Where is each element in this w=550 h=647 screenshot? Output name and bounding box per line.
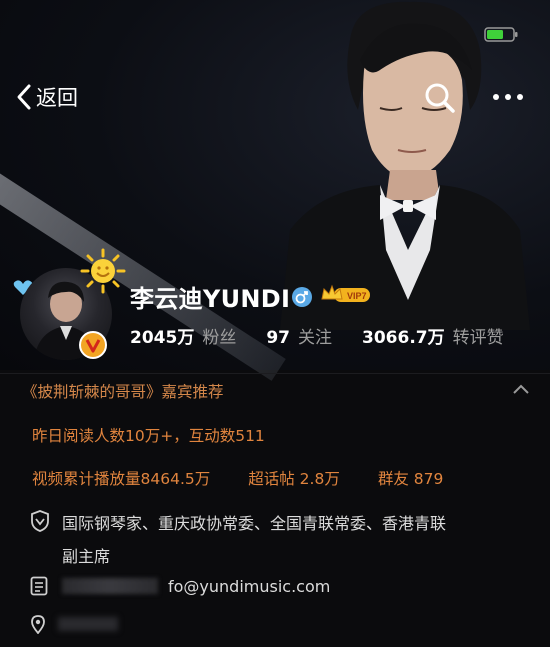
- section-divider: [0, 373, 550, 374]
- shield-icon: [31, 510, 49, 532]
- stat-label: 关注: [298, 328, 332, 348]
- title-line-2: 副主席: [62, 547, 111, 566]
- back-chevron-icon: [17, 84, 31, 110]
- stat-label: 转评赞: [452, 328, 504, 348]
- blurred-text: [58, 617, 118, 631]
- stat-following[interactable]: 97 关注: [266, 323, 332, 348]
- location-row: [30, 614, 118, 634]
- location-icon: [31, 615, 45, 634]
- title-line-1: 国际钢琴家、重庆政协常委、全国青联常委、香港青联: [62, 514, 447, 533]
- title-text: 国际钢琴家、重庆政协常委、全国青联常委、香港青联 副主席: [62, 507, 522, 573]
- sun-icon: [80, 248, 126, 294]
- video-plays[interactable]: 视频累计播放量8464.5万: [32, 467, 210, 489]
- guest-recommend-link[interactable]: 《披荆斩棘的哥哥》嘉宾推荐: [22, 380, 224, 402]
- top-navigation-bar: 返回: [0, 70, 550, 124]
- yesterday-reads[interactable]: 昨日阅读人数10万+，互动数511: [32, 424, 265, 446]
- stat-label: 粉丝: [202, 328, 237, 348]
- topic-posts[interactable]: 超话帖 2.8万: [248, 467, 340, 489]
- blurred-text: [62, 578, 158, 594]
- chevron-up-icon[interactable]: [512, 383, 530, 395]
- stat-followers[interactable]: 2045万 粉丝: [130, 323, 236, 348]
- vip-crown-icon: VIP7: [321, 284, 370, 302]
- vip-label: VIP7: [347, 291, 367, 301]
- email-text[interactable]: fo@yundimusic.com: [168, 577, 330, 596]
- stats-line: 视频累计播放量8464.5万 超话帖 2.8万 群友 879: [32, 467, 481, 489]
- profile-stats: 2045万 粉丝 97 关注 3066.7万 转评赞: [130, 323, 534, 348]
- group-friends[interactable]: 群友 879: [378, 467, 444, 489]
- email-row: fo@yundimusic.com: [30, 576, 330, 596]
- search-icon[interactable]: [424, 82, 456, 114]
- profile-page: 返回 李云迪YUNDI VIP7 2045万 粉丝 97 关注 3066.7万 …: [0, 0, 550, 647]
- cover-photo-pianist: [280, 1, 530, 330]
- verified-v-icon: [79, 331, 107, 359]
- verification-title: 国际钢琴家、重庆政协常委、全国青联常委、香港青联 副主席: [30, 507, 522, 573]
- stat-number: 2045万: [130, 328, 195, 348]
- stat-number: 97: [266, 328, 290, 348]
- back-button[interactable]: 返回: [16, 82, 78, 112]
- document-icon: [30, 576, 48, 596]
- stat-likes[interactable]: 3066.7万 转评赞: [362, 323, 504, 348]
- vip-badge[interactable]: VIP7: [320, 283, 372, 305]
- battery-icon: [484, 27, 518, 42]
- male-icon: [292, 287, 312, 307]
- back-label: 返回: [36, 86, 78, 110]
- stat-number: 3066.7万: [362, 328, 445, 348]
- profile-name: 李云迪YUNDI: [130, 285, 291, 313]
- more-icon[interactable]: [490, 90, 526, 104]
